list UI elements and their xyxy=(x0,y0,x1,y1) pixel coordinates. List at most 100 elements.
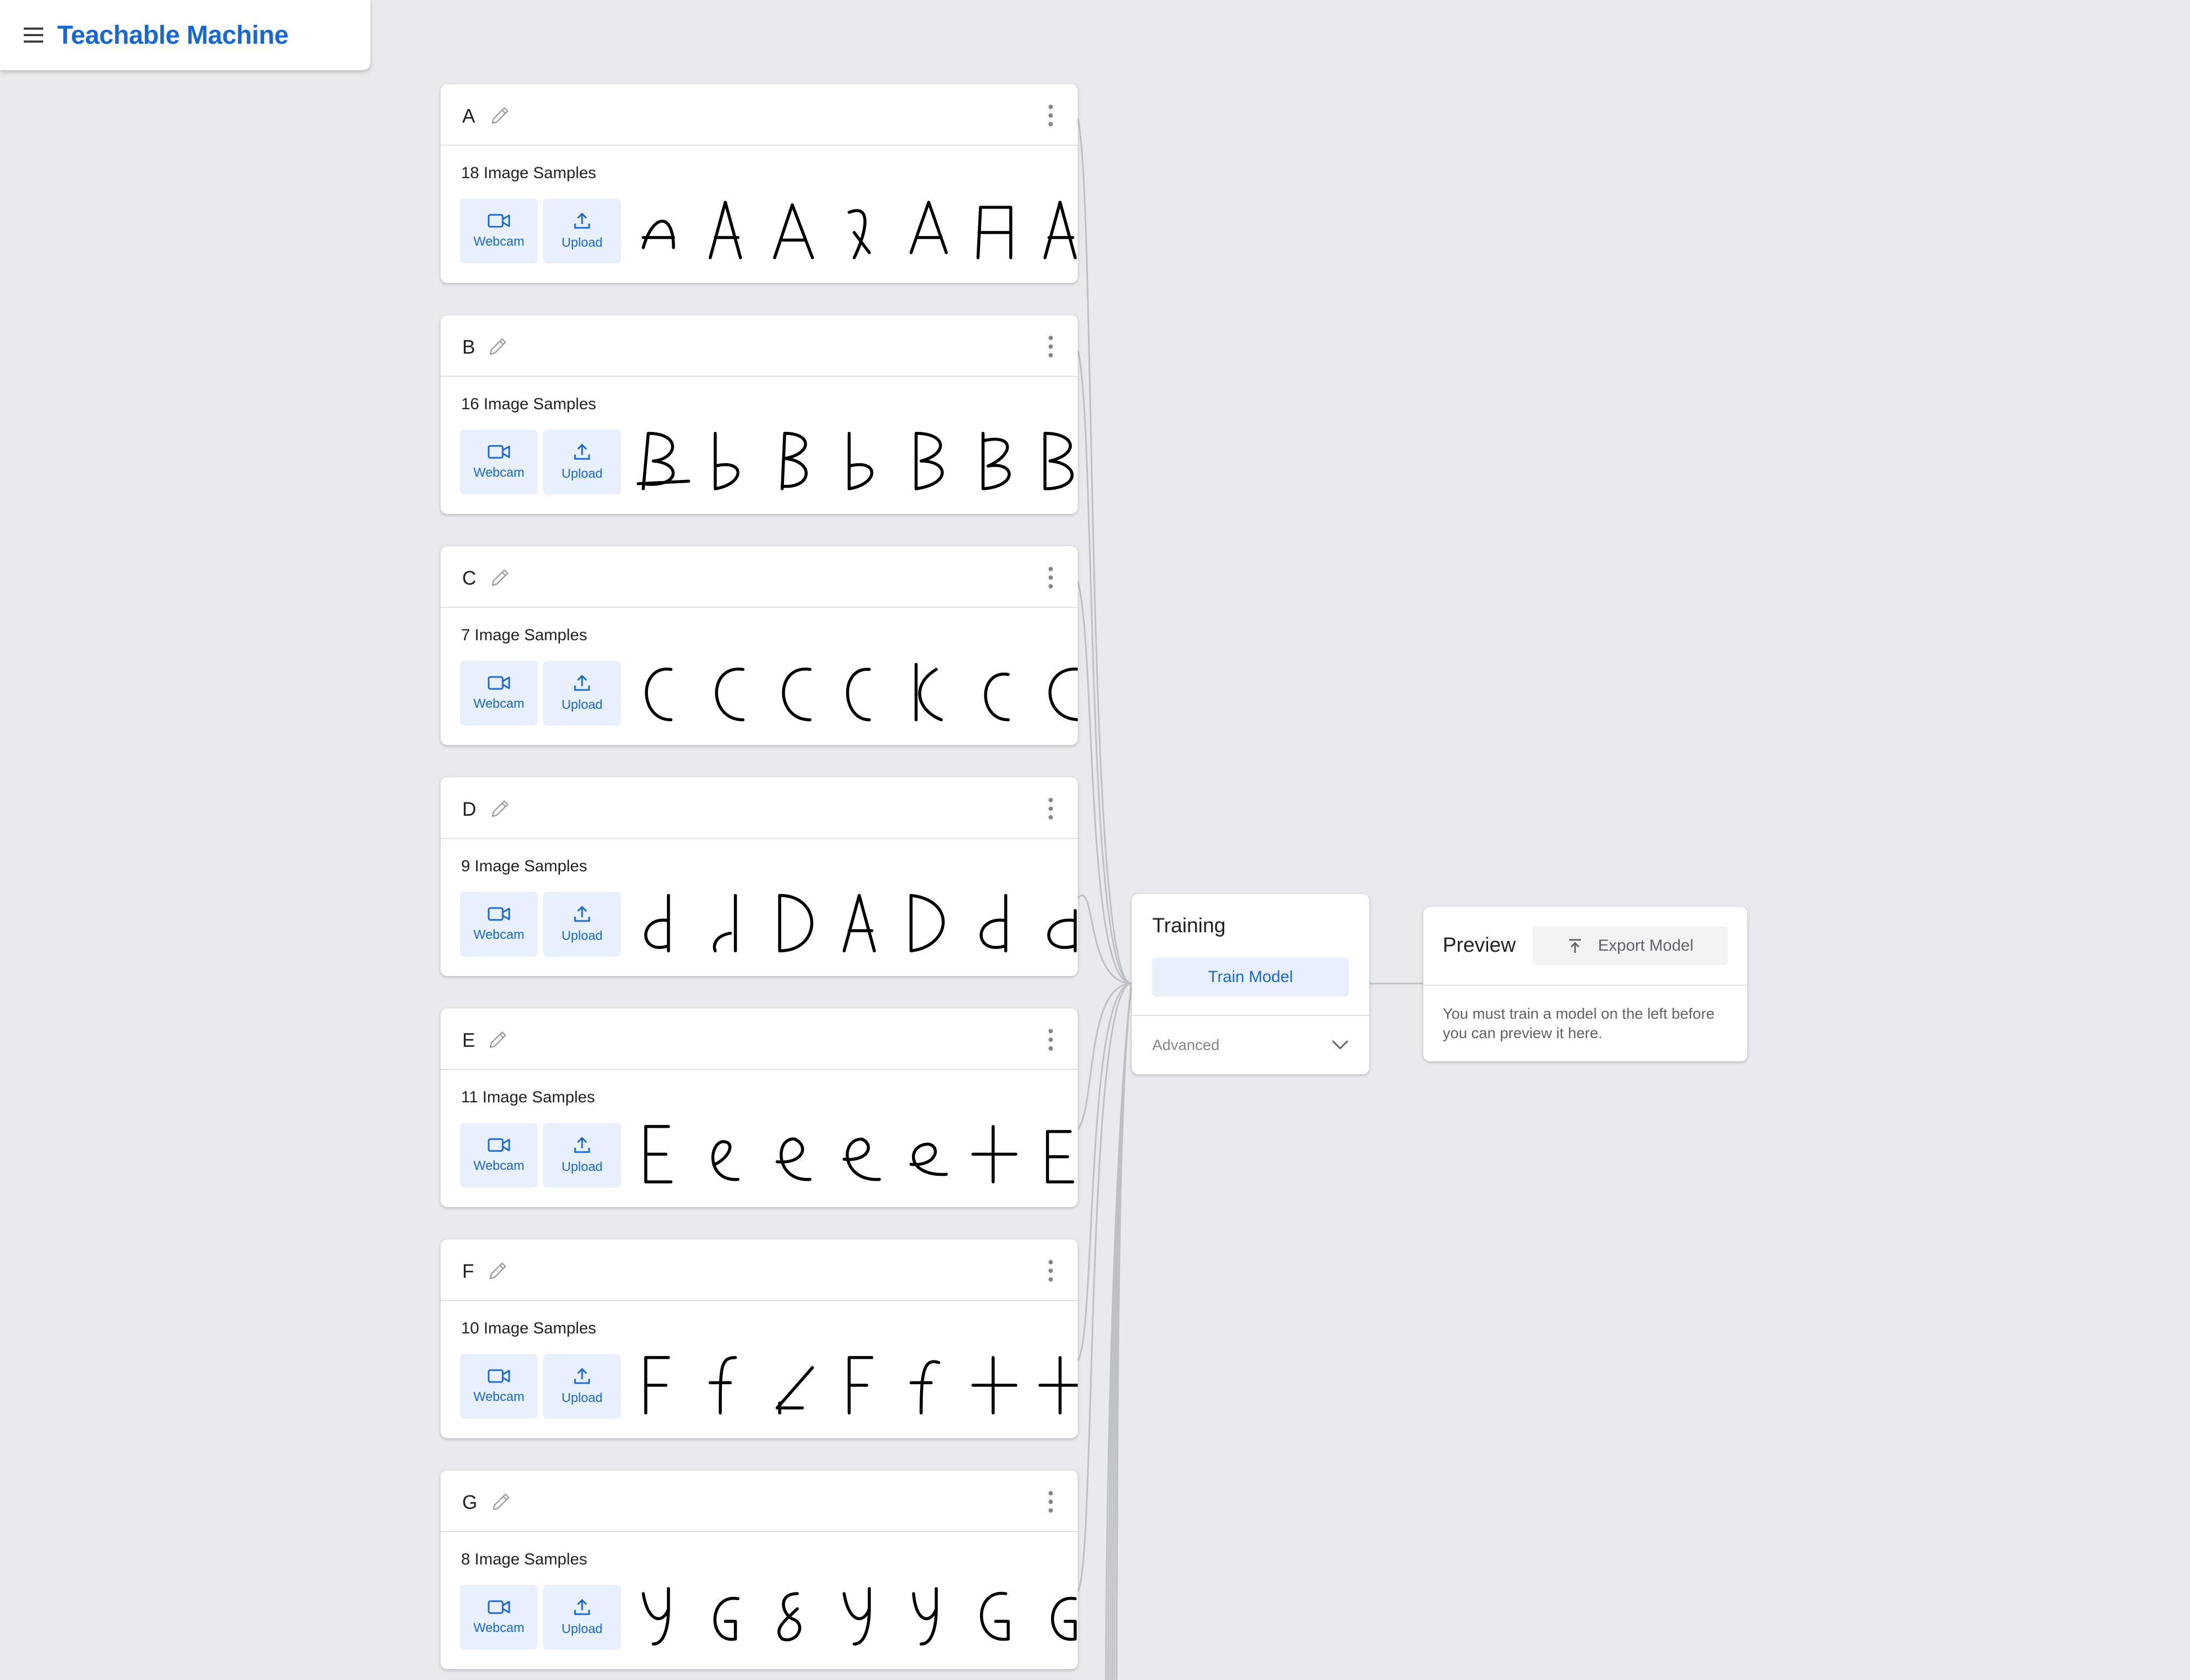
sample-thumbnail[interactable] xyxy=(763,1116,826,1192)
sample-thumbnail[interactable] xyxy=(1031,423,1078,499)
sample-thumbnail[interactable] xyxy=(630,192,692,268)
more-vert-icon[interactable] xyxy=(1045,334,1056,360)
sample-thumbnail[interactable] xyxy=(697,1347,759,1423)
upload-button[interactable]: Upload xyxy=(543,1123,621,1188)
sample-thumbnail[interactable] xyxy=(630,654,692,730)
pencil-icon[interactable] xyxy=(486,1028,510,1052)
class-name[interactable]: G xyxy=(462,1491,477,1514)
sample-thumbnail[interactable] xyxy=(697,885,759,961)
sample-thumbnail[interactable] xyxy=(897,1347,960,1423)
webcam-button[interactable]: Webcam xyxy=(460,1354,538,1419)
sample-thumbnail[interactable] xyxy=(697,1116,759,1192)
sample-thumbnail[interactable] xyxy=(763,1579,826,1654)
sample-thumbnail[interactable] xyxy=(763,654,826,730)
class-name[interactable]: D xyxy=(462,798,476,821)
class-card-header: D xyxy=(441,777,1078,839)
sample-thumbnail[interactable] xyxy=(964,885,1027,961)
app-title[interactable]: Teachable Machine xyxy=(57,21,289,50)
sample-thumbnail[interactable] xyxy=(830,885,893,961)
upload-button[interactable]: Upload xyxy=(543,1585,621,1650)
upload-button[interactable]: Upload xyxy=(543,430,621,494)
pencil-icon[interactable] xyxy=(488,797,512,821)
sample-thumbnail[interactable] xyxy=(897,885,960,961)
sample-thumbnail[interactable] xyxy=(1031,654,1078,730)
class-name[interactable]: C xyxy=(462,567,476,590)
sample-thumbnail[interactable] xyxy=(964,192,1027,268)
sample-thumbnail[interactable] xyxy=(964,654,1027,730)
webcam-button[interactable]: Webcam xyxy=(460,661,538,726)
export-model-button[interactable]: Export Model xyxy=(1532,926,1728,965)
class-name[interactable]: A xyxy=(462,105,475,127)
more-vert-icon[interactable] xyxy=(1045,565,1056,591)
webcam-button[interactable]: Webcam xyxy=(460,1123,538,1188)
upload-button[interactable]: Upload xyxy=(543,892,621,957)
videocam-icon xyxy=(488,907,510,921)
sample-thumbnail[interactable] xyxy=(630,423,692,499)
videocam-icon xyxy=(488,445,510,459)
sample-thumbnails xyxy=(630,1347,1078,1423)
sample-thumbnail[interactable] xyxy=(1031,1579,1078,1654)
sample-thumbnail[interactable] xyxy=(697,654,759,730)
sample-thumbnail[interactable] xyxy=(763,423,826,499)
upload-button[interactable]: Upload xyxy=(543,661,621,726)
pencil-icon[interactable] xyxy=(486,335,510,358)
pencil-icon[interactable] xyxy=(489,1490,513,1514)
sample-thumbnail[interactable] xyxy=(630,1579,692,1654)
sample-thumbnail[interactable] xyxy=(763,1347,826,1423)
sample-thumbnail[interactable] xyxy=(830,192,893,268)
sample-thumbnail[interactable] xyxy=(630,1347,692,1423)
more-vert-icon[interactable] xyxy=(1045,103,1056,128)
class-card-g: G 8 Image Samples Webcam Upload xyxy=(441,1471,1078,1669)
sample-thumbnail[interactable] xyxy=(630,1116,692,1192)
sample-thumbnail[interactable] xyxy=(830,423,893,499)
sample-thumbnail[interactable] xyxy=(763,885,826,961)
pencil-icon[interactable] xyxy=(488,104,512,127)
sample-thumbnail[interactable] xyxy=(630,885,692,961)
class-name[interactable]: F xyxy=(462,1260,474,1283)
sample-thumbnail[interactable] xyxy=(1031,885,1078,961)
upload-button[interactable]: Upload xyxy=(543,199,621,263)
sample-thumbnail[interactable] xyxy=(897,192,960,268)
webcam-button[interactable]: Webcam xyxy=(460,892,538,957)
menu-icon[interactable] xyxy=(19,21,48,49)
sample-thumbnails xyxy=(630,423,1078,499)
sample-thumbnail[interactable] xyxy=(897,423,960,499)
upload-label: Upload xyxy=(561,929,603,943)
sample-thumbnail[interactable] xyxy=(697,1579,759,1654)
train-model-button[interactable]: Train Model xyxy=(1152,958,1349,997)
sample-thumbnail[interactable] xyxy=(697,192,759,268)
pencil-icon[interactable] xyxy=(486,1259,510,1283)
training-title: Training xyxy=(1152,914,1226,937)
sample-thumbnail[interactable] xyxy=(1031,1347,1078,1423)
more-vert-icon[interactable] xyxy=(1045,1258,1056,1284)
more-vert-icon[interactable] xyxy=(1045,796,1056,822)
webcam-button[interactable]: Webcam xyxy=(460,1585,538,1650)
sample-thumbnail[interactable] xyxy=(1031,192,1078,268)
sample-thumbnail[interactable] xyxy=(897,654,960,730)
sample-thumbnail[interactable] xyxy=(830,654,893,730)
sample-thumbnail[interactable] xyxy=(1031,1116,1078,1192)
sample-thumbnail[interactable] xyxy=(897,1579,960,1654)
advanced-toggle[interactable]: Advanced xyxy=(1152,1037,1220,1054)
chevron-down-icon[interactable] xyxy=(1329,1035,1351,1055)
preview-card: Preview Export Model You must train a mo… xyxy=(1423,907,1747,1061)
sample-thumbnail[interactable] xyxy=(964,1347,1027,1423)
more-vert-icon[interactable] xyxy=(1045,1027,1056,1053)
sample-thumbnail[interactable] xyxy=(830,1116,893,1192)
webcam-button[interactable]: Webcam xyxy=(460,430,538,494)
webcam-label: Webcam xyxy=(473,1159,525,1173)
sample-thumbnail[interactable] xyxy=(964,423,1027,499)
class-name[interactable]: B xyxy=(462,336,475,358)
pencil-icon[interactable] xyxy=(488,566,512,590)
webcam-button[interactable]: Webcam xyxy=(460,199,538,263)
sample-thumbnail[interactable] xyxy=(830,1347,893,1423)
sample-thumbnail[interactable] xyxy=(830,1579,893,1654)
sample-thumbnail[interactable] xyxy=(897,1116,960,1192)
upload-button[interactable]: Upload xyxy=(543,1354,621,1419)
sample-thumbnail[interactable] xyxy=(763,192,826,268)
more-vert-icon[interactable] xyxy=(1045,1489,1056,1515)
sample-thumbnail[interactable] xyxy=(964,1579,1027,1654)
sample-thumbnail[interactable] xyxy=(697,423,759,499)
sample-thumbnail[interactable] xyxy=(964,1116,1027,1192)
class-name[interactable]: E xyxy=(462,1029,475,1052)
